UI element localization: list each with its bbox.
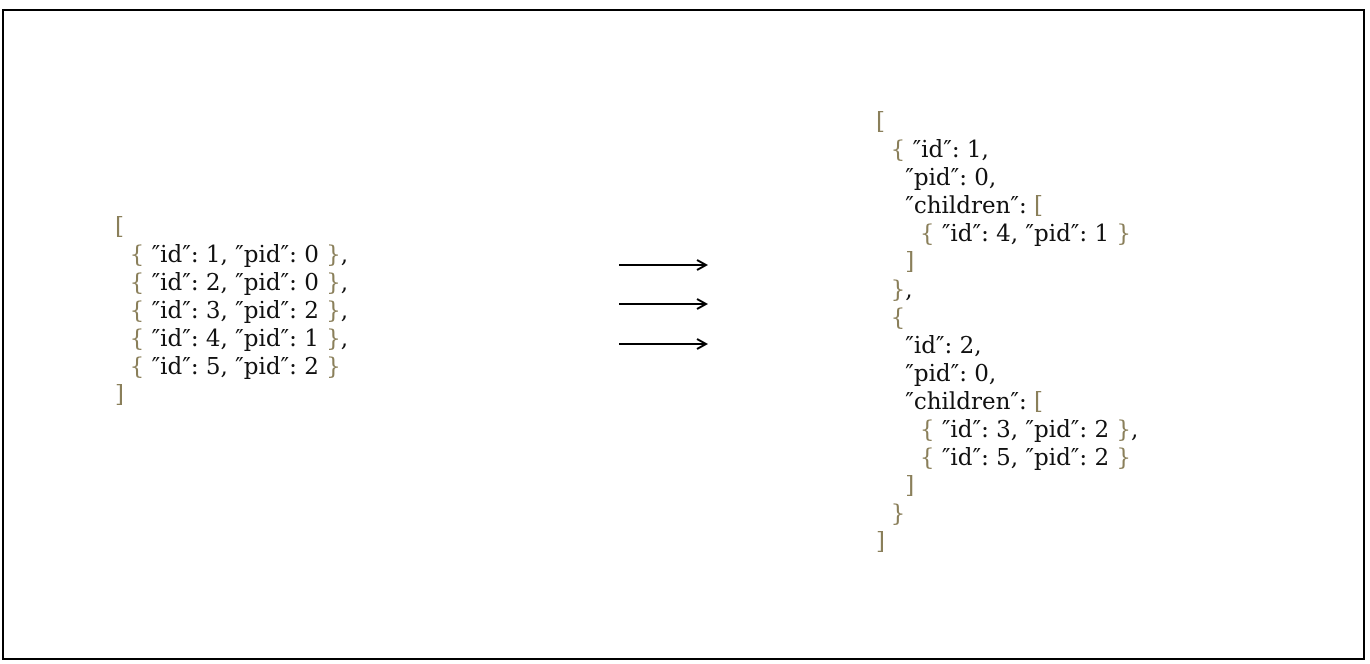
json-text: , [905, 277, 913, 303]
json-text: , [340, 270, 349, 296]
json-text: , [340, 298, 349, 324]
output_json-line: ″id″: 2, [876, 332, 1138, 360]
bracket-token: { [919, 445, 935, 471]
bracket-token: { [890, 305, 906, 331]
json-text: , [340, 242, 349, 268]
output_json-line: ″pid″: 0, [876, 360, 1138, 388]
bracket-token: } [1116, 445, 1132, 471]
json-text: ″id″: 4, ″pid″: 1 [144, 326, 327, 352]
bracket-token: } [326, 298, 341, 324]
output_json-line: { ″id″: 1, [876, 136, 1138, 164]
bracket-token: ] [115, 382, 124, 408]
input_json-line: { ″id″: 2, ″pid″: 0 }, [115, 269, 348, 297]
output-tree-json: [ { ″id″: 1, ″pid″: 0, ″children″: [ { ″… [876, 108, 1138, 556]
right-arrow-icon [619, 298, 709, 310]
json-text: , [340, 326, 349, 352]
input_json-line: [ [115, 213, 348, 241]
bracket-token: [ [115, 214, 124, 240]
bracket-token: { [919, 417, 935, 443]
json-text: ″id″: 3, ″pid″: 2 [934, 417, 1117, 443]
output_json-line: ″children″: [ [876, 192, 1138, 220]
bracket-token: } [1116, 417, 1132, 443]
output_json-line: { [876, 304, 1138, 332]
bracket-token: [ [1034, 389, 1044, 415]
json-text: ″id″: 1, [905, 137, 989, 163]
json-text: ″id″: 5, ″pid″: 2 [934, 445, 1117, 471]
json-text: ″pid″: 0, [905, 361, 997, 387]
bracket-token: ] [905, 249, 915, 275]
transform-arrows [619, 259, 709, 350]
bracket-token: { [129, 298, 145, 324]
right-arrow-icon [619, 259, 709, 271]
json-text: ″id″: 1, ″pid″: 0 [144, 242, 327, 268]
bracket-token: { [129, 354, 145, 380]
input_json-line: { ″id″: 1, ″pid″: 0 }, [115, 241, 348, 269]
json-text: ″id″: 2, [905, 333, 982, 359]
bracket-token: } [326, 270, 341, 296]
bracket-token: { [129, 270, 145, 296]
bracket-token: } [890, 277, 906, 303]
bracket-token: ] [905, 473, 915, 499]
output_json-line: ] [876, 472, 1138, 500]
bracket-token: { [919, 221, 935, 247]
output_json-line: { ″id″: 5, ″pid″: 2 } [876, 444, 1138, 472]
output_json-line: ] [876, 248, 1138, 276]
input_json-line: { ″id″: 3, ″pid″: 2 }, [115, 297, 348, 325]
output_json-line: } [876, 500, 1138, 528]
output_json-line: ] [876, 528, 1138, 556]
right-arrow-icon [619, 338, 709, 350]
json-text: ″id″: 2, ″pid″: 0 [144, 270, 327, 296]
json-text: ″id″: 3, ″pid″: 2 [144, 298, 327, 324]
bracket-token: { [890, 137, 906, 163]
output_json-line: [ [876, 108, 1138, 136]
bracket-token: } [326, 326, 341, 352]
bracket-token: } [326, 354, 341, 380]
bracket-token: { [129, 242, 145, 268]
json-text: ″id″: 5, ″pid″: 2 [144, 354, 327, 380]
output_json-line: ″pid″: 0, [876, 164, 1138, 192]
input_json-line: ] [115, 381, 348, 409]
json-text: ″children″: [905, 193, 1035, 219]
bracket-token: } [1116, 221, 1132, 247]
output_json-line: ″children″: [ [876, 388, 1138, 416]
bracket-token: [ [876, 109, 885, 135]
output_json-line: { ″id″: 3, ″pid″: 2 }, [876, 416, 1138, 444]
bracket-token: { [129, 326, 145, 352]
bracket-token: } [890, 501, 906, 527]
input_json-line: { ″id″: 4, ″pid″: 1 }, [115, 325, 348, 353]
bracket-token: ] [876, 529, 885, 555]
bracket-token: } [326, 242, 341, 268]
output_json-line: }, [876, 276, 1138, 304]
output_json-line: { ″id″: 4, ″pid″: 1 } [876, 220, 1138, 248]
input_json-line: { ″id″: 5, ″pid″: 2 } [115, 353, 348, 381]
json-text: ″pid″: 0, [905, 165, 997, 191]
json-text: ″children″: [905, 389, 1035, 415]
input-flat-json: [ { ″id″: 1, ″pid″: 0 }, { ″id″: 2, ″pid… [115, 213, 348, 409]
json-text: ″id″: 4, ″pid″: 1 [934, 221, 1117, 247]
bracket-token: [ [1034, 193, 1044, 219]
json-text: , [1131, 417, 1139, 443]
